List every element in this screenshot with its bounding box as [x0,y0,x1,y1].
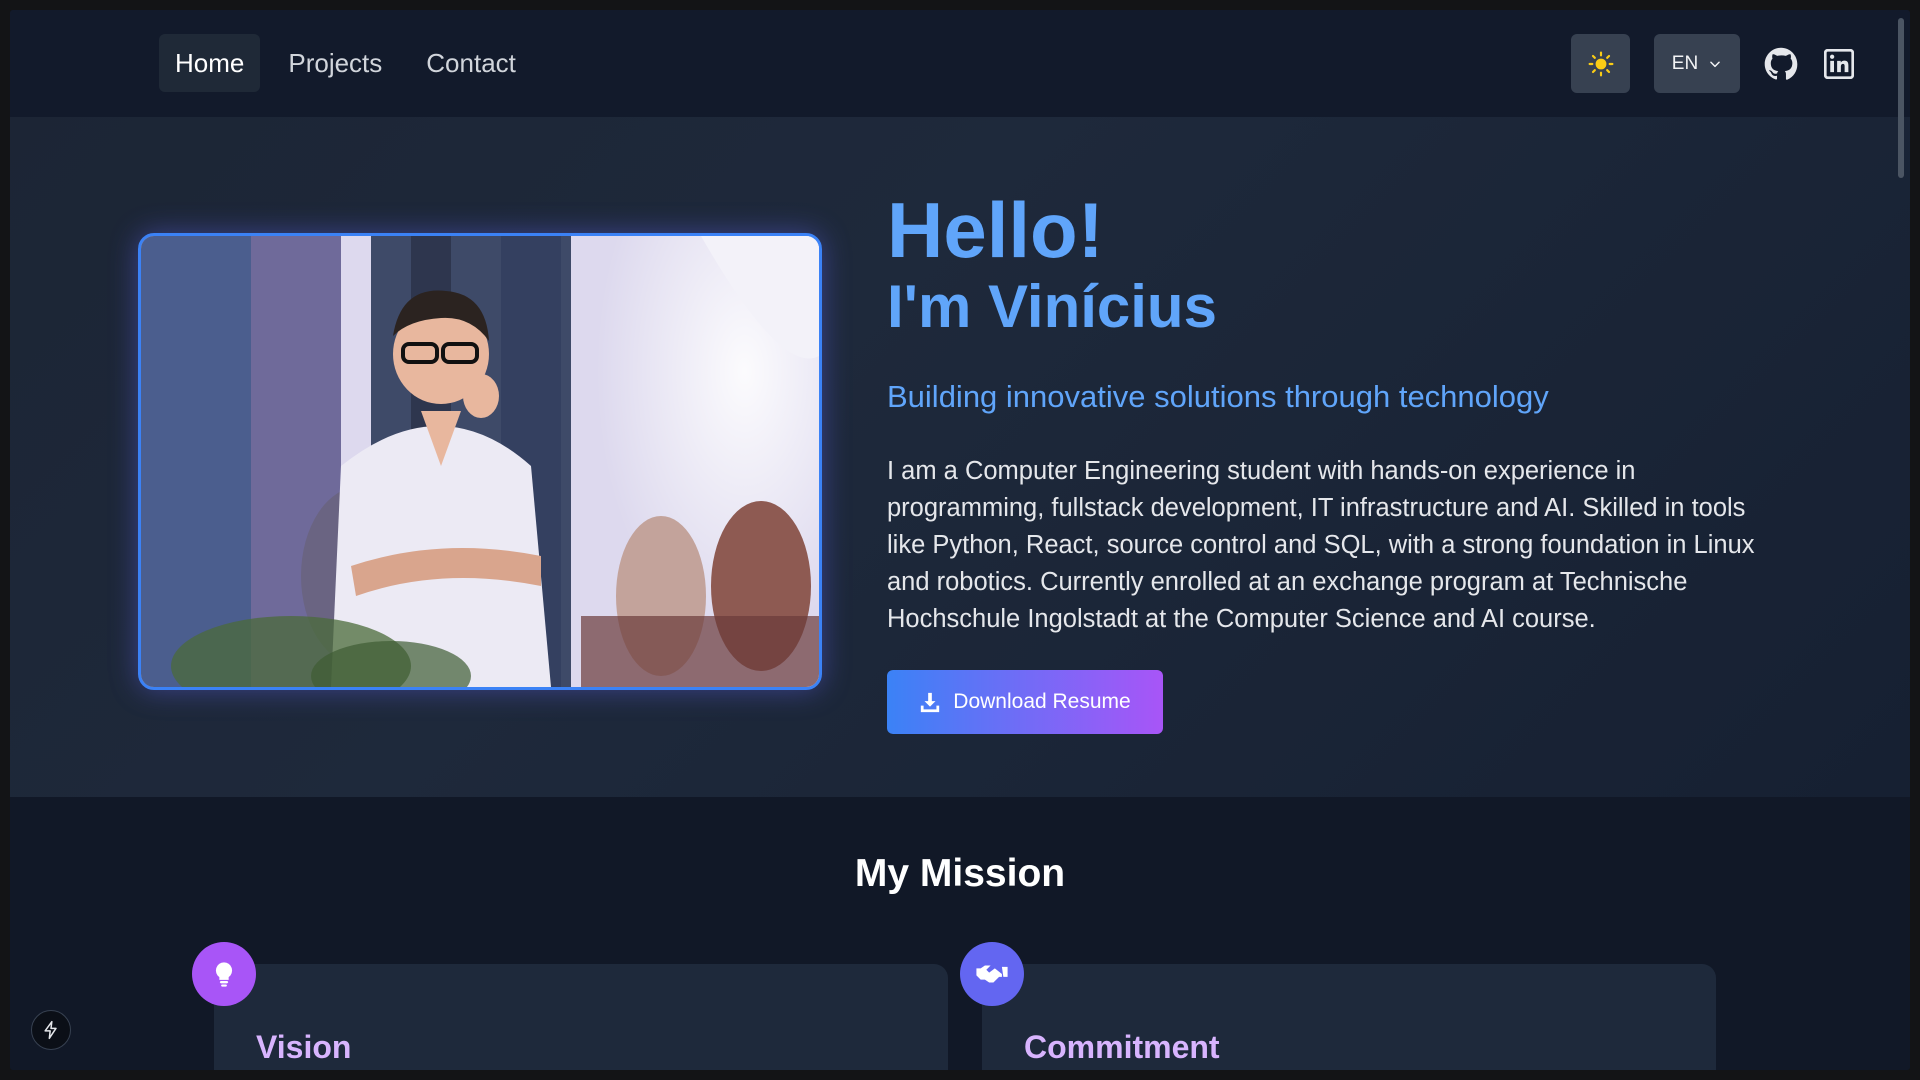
download-resume-label: Download Resume [953,690,1131,713]
browser-viewport: Home Projects Contact EN Hello! I'm Viní… [10,10,1910,1070]
mission-title: My Mission [854,852,1066,895]
linkedin-icon [1824,48,1854,79]
profile-photo-illustration [141,236,819,687]
handshake-icon [976,965,1008,983]
nav-link-projects[interactable]: Projects [272,34,398,92]
github-icon [1764,47,1798,80]
mission-card-commitment-title: Commitment [1024,1029,1220,1065]
dev-toolbar-button[interactable] [31,1010,71,1050]
profile-photo [138,233,822,690]
top-navbar: Home Projects Contact EN [10,10,1910,117]
hero-name: I'm Vinícius [887,273,1217,340]
lightbulb-icon-badge [192,942,256,1006]
nav-link-contact[interactable]: Contact [410,34,532,92]
hero-text: Hello! I'm Vinícius Building innovative … [887,187,1787,638]
hero-bio: I am a Computer Engineering student with… [887,457,1755,633]
theme-toggle-button[interactable] [1571,34,1630,93]
chevron-down-icon [1710,61,1721,67]
github-link[interactable] [1764,47,1798,81]
language-value: EN [1671,52,1699,74]
nav-links: Home Projects Contact [159,34,532,92]
linkedin-link[interactable] [1822,47,1856,81]
mission-card-vision-title: Vision [256,1029,352,1065]
lightning-icon [44,1020,57,1040]
hero-greeting: Hello! [887,186,1104,274]
language-select[interactable]: EN [1654,34,1740,93]
lightbulb-icon [215,962,233,987]
mission-section: My Mission Vision Commitment [10,797,1910,1070]
hero-tagline: Building innovative solutions through te… [887,379,1549,414]
page-scrollbar[interactable] [1898,18,1904,178]
handshake-icon-badge [960,942,1024,1006]
nav-actions: EN [1571,34,1856,93]
download-resume-button[interactable]: Download Resume [887,670,1163,734]
nav-link-home[interactable]: Home [159,34,261,92]
download-icon [921,692,940,713]
sun-icon [1588,51,1613,76]
hero-section: Hello! I'm Vinícius Building innovative … [10,117,1910,797]
